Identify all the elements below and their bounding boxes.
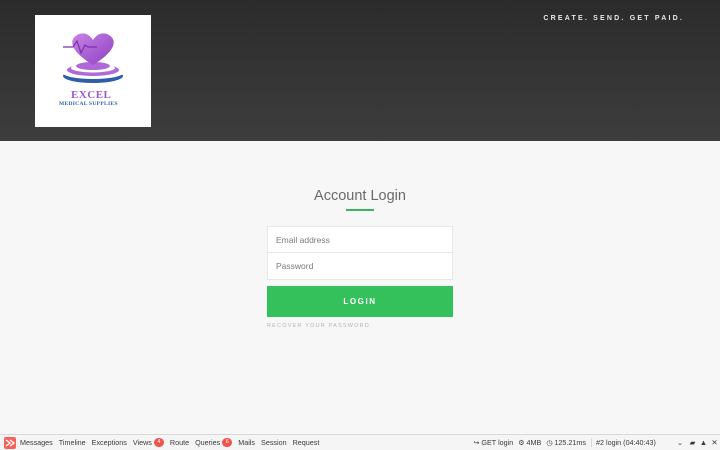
tab-timeline[interactable]: Timeline <box>59 438 86 447</box>
tab-label: Mails <box>238 438 256 447</box>
memory-value: 4MB <box>526 438 542 447</box>
count-badge: 6 <box>222 438 233 447</box>
password-field[interactable] <box>267 253 453 280</box>
request-stat[interactable]: ↪ GET login <box>474 438 514 447</box>
tab-mails[interactable]: Mails <box>238 438 255 447</box>
tab-label: Exceptions <box>91 438 127 447</box>
memory-stat: ⚙ 4MB <box>518 438 541 447</box>
tab-label: Route <box>169 438 190 447</box>
tab-label: Timeline <box>58 438 86 447</box>
tab-request[interactable]: Request <box>293 438 320 447</box>
recover-password-link[interactable]: RECOVER YOUR PASSWORD <box>267 323 370 329</box>
tab-views[interactable]: Views 4 <box>133 438 164 447</box>
tab-label: Request <box>292 438 320 447</box>
debugbar-logo-icon[interactable] <box>4 436 16 449</box>
tagline: CREATE. SEND. GET PAID. <box>543 15 684 22</box>
tab-label: Messages <box>20 438 53 447</box>
tab-label: Queries <box>195 438 221 447</box>
clock-icon: ◷ <box>546 439 553 447</box>
count-badge: 4 <box>153 438 164 447</box>
tab-queries[interactable]: Queries 6 <box>195 438 233 447</box>
title-underline <box>346 209 374 211</box>
heart-logo-icon <box>63 33 123 83</box>
dataset-select[interactable]: #2 login (04:40:43) ⌄ <box>591 438 683 447</box>
company-logo[interactable]: EXCEL MEDICAL SUPPLIES <box>35 15 151 127</box>
duration-stat: ◷ 125.21ms <box>546 438 586 447</box>
close-icon[interactable]: ✕ <box>709 438 720 447</box>
cogs-icon: ⚙ <box>518 439 525 447</box>
chevron-up-icon[interactable]: ▲ <box>698 438 709 447</box>
logo-name: EXCEL <box>71 89 112 101</box>
debugbar-stats: ↪ GET login ⚙ 4MB ◷ 125.21ms #2 login (04:4… <box>474 435 720 450</box>
tab-label: Session <box>261 438 287 447</box>
chevron-down-icon: ⌄ <box>676 438 683 447</box>
folder-open-icon[interactable]: ▰ <box>687 438 698 447</box>
header-banner: EXCEL MEDICAL SUPPLIES CREATE. SEND. GET… <box>0 0 720 141</box>
login-button[interactable]: LOGIN <box>267 286 453 317</box>
debug-bar: Messages Timeline Exceptions Views 4 Rout… <box>0 434 720 450</box>
logo-subtitle: MEDICAL SUPPLIES <box>59 101 118 107</box>
tab-session[interactable]: Session <box>261 438 287 447</box>
tab-route[interactable]: Route <box>170 438 189 447</box>
dataset-value: #2 login (04:40:43) <box>596 438 656 447</box>
tab-messages[interactable]: Messages <box>20 438 53 447</box>
share-icon: ↪ <box>473 439 480 447</box>
tab-exceptions[interactable]: Exceptions <box>92 438 127 447</box>
request-value: GET login <box>481 438 514 447</box>
page-title: Account Login <box>314 188 406 204</box>
duration-value: 125.21ms <box>554 438 586 447</box>
email-field[interactable] <box>267 226 453 253</box>
tab-label: Views <box>132 438 152 447</box>
